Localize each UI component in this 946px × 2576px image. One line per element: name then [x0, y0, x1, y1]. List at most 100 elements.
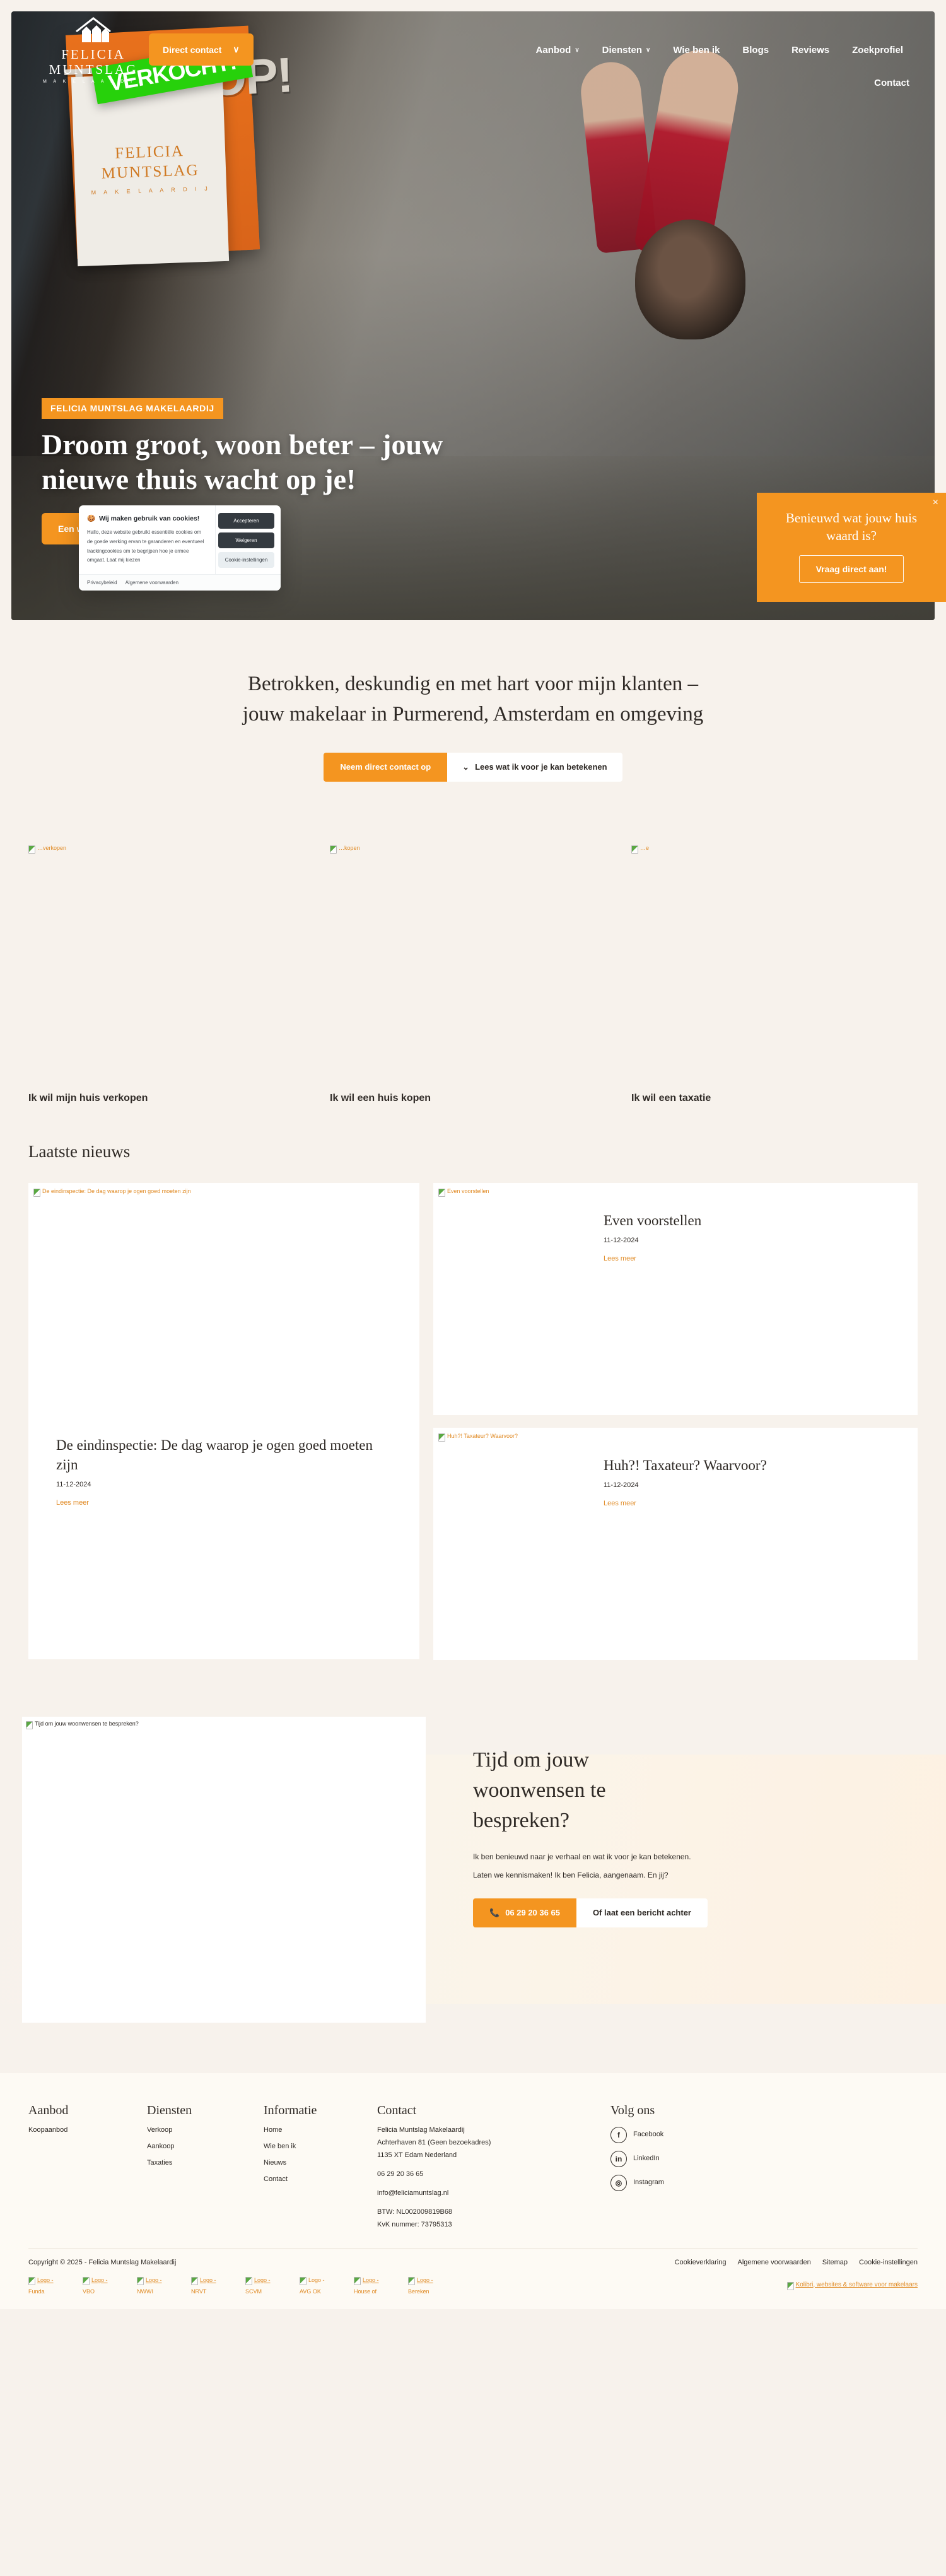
main-navigation: Aanbod ∨ Diensten ∨ Wie ben ik Blogs Rev… — [150, 42, 909, 88]
news-card-even-voorstellen[interactable]: Even voorstellen Even voorstellen 11-12-… — [433, 1182, 918, 1415]
partner-logo-nrvt[interactable]: Logo - NRVT — [191, 2276, 224, 2297]
partner-logo-house-of[interactable]: Logo - House of — [354, 2276, 387, 2297]
footer-link-aankoop[interactable]: Aankoop — [147, 2143, 264, 2150]
footer-attribution[interactable]: Kolibri, websites & software voor makela… — [675, 2281, 918, 2293]
footer-attribution-text: Kolibri, websites & software voor makela… — [795, 2281, 918, 2288]
footer-link-contact[interactable]: Contact — [264, 2175, 377, 2183]
cookie-terms-link[interactable]: Algemene voorwaarden — [126, 580, 179, 585]
news-card-taxateur[interactable]: Huh?! Taxateur? Waarvoor? Huh?! Taxateur… — [433, 1427, 918, 1660]
footer-heading-diensten: Diensten — [147, 2103, 192, 2117]
nav-item-contact[interactable]: Contact — [874, 78, 909, 88]
social-link-facebook[interactable]: f Facebook — [610, 2126, 664, 2143]
broken-image-icon — [438, 1433, 445, 1442]
broken-image-icon — [245, 2276, 252, 2285]
broken-image-placeholder: Kolibri, websites & software voor makela… — [786, 2281, 918, 2290]
footer-email-link[interactable]: info@feliciamuntslag.nl — [377, 2189, 610, 2197]
footer-link-algemene-voorwaarden[interactable]: Algemene voorwaarden — [738, 2259, 811, 2266]
cookie-consent-banner: 🍪 Wij maken gebruik van cookies! Hallo, … — [79, 505, 281, 591]
broken-image-placeholder: Logo - — [245, 2276, 271, 2285]
partner-logo-name: NWWI — [137, 2288, 153, 2295]
broken-image-icon — [631, 845, 638, 854]
footer-link-wie-ben-ik[interactable]: Wie ben ik — [264, 2143, 377, 2150]
footer-link-home[interactable]: Home — [264, 2126, 377, 2134]
cookie-accept-button[interactable]: Accepteren — [218, 513, 274, 529]
cta-paragraph-1: Ik ben benieuwd naar je verhaal en wat i… — [473, 1852, 691, 1862]
footer-legal-links: Cookieverklaring Algemene voorwaarden Si… — [675, 2259, 918, 2266]
news-heading: Laatste nieuws — [28, 1141, 131, 1161]
cta-phone-button[interactable]: 📞 06 29 20 36 65 — [473, 1898, 576, 1927]
direct-contact-label: Direct contact — [163, 44, 222, 55]
nav-item-diensten[interactable]: Diensten ∨ — [602, 45, 651, 56]
cookie-settings-button[interactable]: Cookie-instellingen — [218, 552, 274, 568]
phone-icon: 📞 — [489, 1907, 500, 1917]
partner-logo-alt: Logo - — [37, 2276, 54, 2283]
intro-contact-button[interactable]: Neem direct contact op — [324, 752, 448, 782]
news-card-title: Huh?! Taxateur? Waarvoor? — [604, 1457, 767, 1473]
news-card-date: 11-12-2024 — [604, 1481, 639, 1489]
cookie-banner-title: Wij maken gebruik van cookies! — [99, 514, 200, 522]
footer-link-verkoop[interactable]: Verkoop — [147, 2126, 264, 2134]
social-link-linkedin[interactable]: in LinkedIn — [610, 2150, 664, 2167]
broken-image-icon — [28, 845, 35, 854]
footer-btw-value: NL002009819B68 — [396, 2208, 453, 2216]
service-card-verkopen[interactable]: …verkopen Ik wil mijn huis verkopen — [28, 845, 315, 1104]
agency-sign-panel: FELICIA MUNTSLAG M A K E L A A R D I J — [71, 71, 230, 267]
service-image-alt-text: …e — [640, 844, 650, 851]
cta-section: Tijd om jouw woonwensen te bespreken? Ti… — [0, 1660, 946, 2023]
service-card-taxatie[interactable]: …e Ik wil een taxatie — [631, 845, 918, 1104]
partner-logo-vbo[interactable]: Logo - VBO — [83, 2276, 115, 2297]
footer-link-taxaties[interactable]: Taxaties — [147, 2159, 264, 2167]
partner-logo-alt: Logo - — [146, 2276, 162, 2283]
footer-link-cookie-instellingen[interactable]: Cookie-instellingen — [859, 2259, 918, 2266]
footer-address-line1: Achterhaven 81 (Geen bezoekadres) — [377, 2138, 491, 2146]
broken-image-placeholder: Logo - — [28, 2276, 54, 2285]
broken-image-placeholder: Even voorstellen — [438, 1188, 489, 1197]
close-icon[interactable]: × — [933, 498, 938, 508]
cta-message-button[interactable]: Of laat een bericht achter — [576, 1898, 708, 1927]
news-card-date: 11-12-2024 — [56, 1480, 91, 1488]
partner-logo-nwwi[interactable]: Logo - NWWI — [137, 2276, 170, 2297]
direct-contact-button[interactable]: Direct contact ∨ — [149, 33, 254, 66]
service-image-kopen: …kopen — [330, 845, 616, 1037]
footer-link-cookieverklaring[interactable]: Cookieverklaring — [675, 2259, 727, 2266]
news-card-featured[interactable]: De eindinspectie: De dag waarop je ogen … — [28, 1182, 419, 1659]
home-value-request-button[interactable]: Vraag direct aan! — [798, 555, 904, 583]
nav-item-aanbod-label: Aanbod — [535, 44, 571, 56]
nav-item-zoekprofiel[interactable]: Zoekprofiel — [852, 45, 903, 56]
footer-phone-link[interactable]: 06 29 20 36 65 — [377, 2170, 610, 2178]
footer-link-koopaanbod[interactable]: Koopaanbod — [28, 2126, 147, 2134]
nav-item-reviews[interactable]: Reviews — [791, 45, 829, 56]
intro-button-group: Neem direct contact op ⌄ Lees wat ik voo… — [0, 752, 946, 782]
partner-logo-avg-ok[interactable]: Logo - AVG OK — [300, 2276, 332, 2297]
news-read-more-link[interactable]: Lees meer — [604, 1500, 636, 1507]
social-link-instagram[interactable]: ◎ Instagram — [610, 2174, 664, 2191]
service-image-alt-text: …verkopen — [37, 844, 67, 851]
service-card-kopen[interactable]: …kopen Ik wil een huis kopen — [330, 845, 616, 1104]
nav-item-blogs[interactable]: Blogs — [742, 45, 769, 56]
intro-heading: Betrokken, deskundig en met hart voor mi… — [242, 673, 704, 726]
chevron-down-icon: ∨ — [575, 46, 580, 54]
cookie-decline-button[interactable]: Weigeren — [218, 532, 274, 548]
news-read-more-link[interactable]: Lees meer — [604, 1255, 636, 1262]
social-label-linkedin: LinkedIn — [633, 2155, 660, 2163]
footer-link-nieuws[interactable]: Nieuws — [264, 2159, 377, 2167]
news-image-alt-text: Huh?! Taxateur? Waarvoor? — [447, 1432, 518, 1439]
nav-item-wie-ben-ik[interactable]: Wie ben ik — [673, 45, 720, 56]
intro-learn-more-button[interactable]: ⌄ Lees wat ik voor je kan betekenen — [447, 752, 622, 782]
site-footer: Aanbod Koopaanbod Diensten Verkoop Aanko… — [0, 2073, 946, 2309]
broken-image-icon — [438, 1188, 445, 1197]
chevron-down-icon: ∨ — [233, 44, 240, 54]
partner-logo-scvm[interactable]: Logo - SCVM — [245, 2276, 278, 2297]
news-read-more-link[interactable]: Lees meer — [56, 1499, 89, 1507]
news-card-date: 11-12-2024 — [604, 1236, 639, 1244]
footer-link-sitemap[interactable]: Sitemap — [822, 2259, 848, 2266]
partner-logo-funda[interactable]: Logo - Funda — [28, 2276, 61, 2297]
partner-logo-bereken[interactable]: Logo - Bereken — [408, 2276, 441, 2297]
broken-image-icon — [786, 2281, 794, 2290]
cookie-privacy-link[interactable]: Privacybeleid — [87, 580, 117, 585]
broken-image-icon — [191, 2276, 198, 2285]
agency-sign-name-line2: MUNTSLAG — [101, 162, 200, 182]
nav-item-aanbod[interactable]: Aanbod ∨ — [536, 45, 580, 56]
broken-image-icon — [26, 1720, 33, 1729]
site-logo[interactable]: FELICIA MUNTSLAG M A K E L A A R D I J — [37, 13, 150, 84]
